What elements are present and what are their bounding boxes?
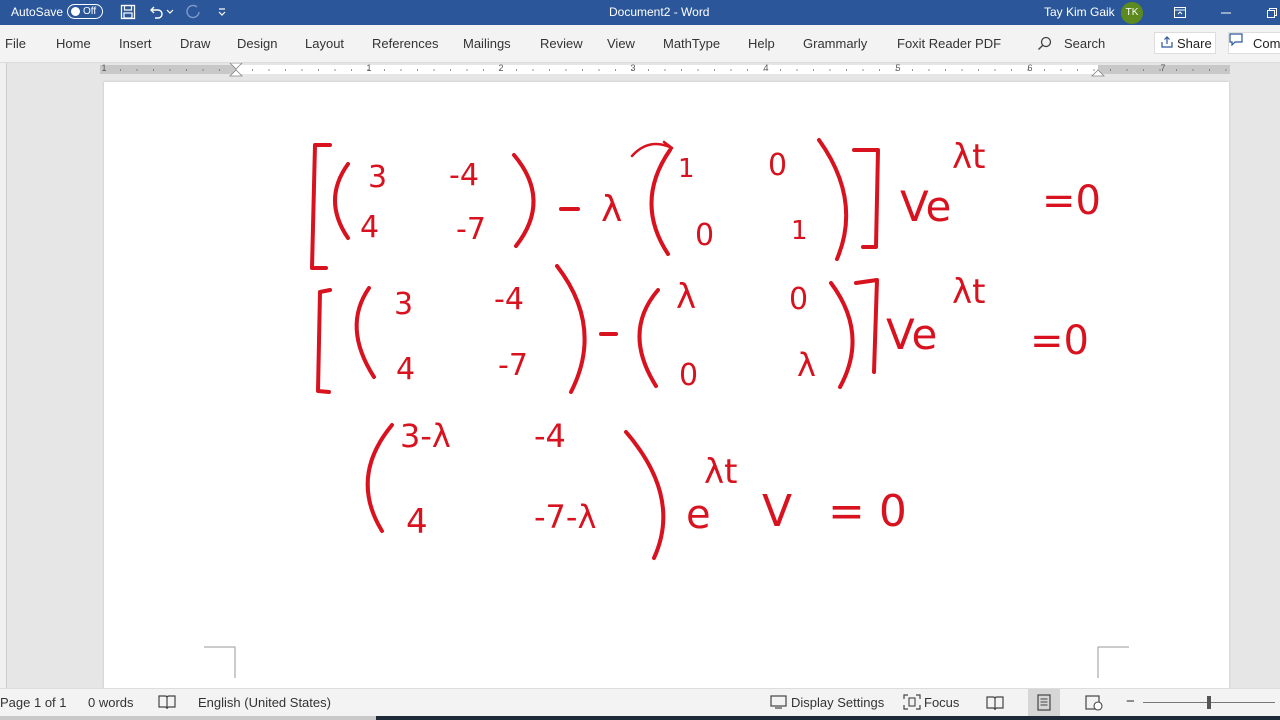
- tab-review[interactable]: Review: [540, 36, 583, 51]
- equals-zero: =0: [1030, 318, 1089, 364]
- vector-v: V: [762, 486, 793, 537]
- display-settings-icon[interactable]: [770, 694, 788, 713]
- page-count[interactable]: Page 1 of 1: [0, 695, 67, 710]
- matrix-entry: 4: [406, 502, 428, 542]
- zoom-slider[interactable]: [1143, 696, 1275, 709]
- web-layout-icon[interactable]: [1078, 689, 1110, 716]
- ribbon-tabs: File Home Insert Draw Design Layout Refe…: [0, 25, 1280, 63]
- exp-e: e: [686, 492, 711, 538]
- ruler-number: 6: [1027, 63, 1033, 73]
- comments-label: Com: [1253, 36, 1280, 51]
- redo-icon[interactable]: [184, 3, 204, 21]
- autosave-state: Off: [83, 6, 97, 17]
- matrix-a-entry: 3: [394, 287, 414, 322]
- tab-mailings[interactable]: Mailings: [463, 36, 511, 51]
- autosave-toggle[interactable]: Off: [67, 4, 103, 19]
- undo-icon[interactable]: [146, 3, 166, 21]
- matrix-entry: -4: [534, 417, 566, 455]
- matrix-a-entry: 3: [368, 160, 388, 195]
- matrix-entry: 3-λ: [400, 417, 451, 455]
- restore-icon[interactable]: [1249, 0, 1280, 25]
- vertical-ruler[interactable]: [0, 63, 7, 688]
- tab-file[interactable]: File: [5, 36, 26, 51]
- ruler-number: 2: [498, 63, 504, 73]
- autosave-label: AutoSave: [11, 5, 64, 19]
- lambda-entry: λ: [797, 346, 816, 384]
- customize-toolbar-icon[interactable]: [212, 3, 232, 21]
- exponent-lambda-t: λt: [704, 452, 738, 492]
- matrix-a-entry: -7: [456, 212, 486, 247]
- ve-term: Ve: [900, 182, 952, 231]
- user-avatar[interactable]: TK: [1121, 2, 1143, 24]
- read-mode-icon[interactable]: [979, 689, 1011, 716]
- zoom-slider-thumb[interactable]: [1207, 696, 1211, 709]
- tab-references[interactable]: References: [372, 36, 438, 51]
- ruler-number: 3: [630, 63, 636, 73]
- minimize-icon[interactable]: [1203, 0, 1249, 25]
- equals-zero: = 0: [828, 486, 907, 537]
- tab-home[interactable]: Home: [56, 36, 91, 51]
- tab-help[interactable]: Help: [748, 36, 775, 51]
- exponent-lambda-t: λt: [952, 137, 986, 177]
- comment-icon: [1229, 33, 1243, 49]
- horizontal-ruler[interactable]: 1 1 2 3 4 5 6 7: [100, 62, 1230, 77]
- toggle-knob: [71, 7, 80, 16]
- matrix-a-entry: -4: [449, 158, 479, 193]
- ve-term: Ve: [886, 310, 938, 359]
- taskbar-strip: [0, 716, 1280, 720]
- matrix-a-entry: -4: [494, 282, 524, 317]
- share-button[interactable]: Share: [1154, 32, 1216, 54]
- ruler-number: 1: [366, 63, 372, 73]
- identity-entry: 0: [695, 218, 715, 253]
- ruler-number: 1: [101, 63, 107, 73]
- document-page[interactable]: 3 -4 4 -7 λ 1 0 0 1 Ve λt =0 3 -4 4 -7 λ…: [104, 82, 1229, 688]
- share-icon: [1160, 35, 1174, 52]
- print-layout-icon[interactable]: [1028, 689, 1060, 716]
- ruler-number: 5: [895, 63, 901, 73]
- share-label: Share: [1177, 36, 1212, 51]
- identity-entry: 1: [678, 154, 695, 184]
- tab-mathtype[interactable]: MathType: [663, 36, 720, 51]
- ruler-number: 7: [1160, 63, 1166, 73]
- equals-zero: =0: [1042, 178, 1101, 224]
- zoom-out-button[interactable]: −: [1126, 693, 1135, 710]
- matrix-a-entry: 4: [360, 210, 380, 245]
- exponent-lambda-t: λt: [952, 272, 986, 312]
- identity-entry: 1: [791, 216, 808, 246]
- title-bar: AutoSave Off Document2 - Word Tay Kim Ga…: [0, 0, 1280, 25]
- tab-design[interactable]: Design: [237, 36, 277, 51]
- lambda-entry: λ: [676, 277, 697, 317]
- tab-foxit-reader-pdf[interactable]: Foxit Reader PDF: [897, 36, 1001, 51]
- search-icon[interactable]: [1037, 36, 1052, 54]
- comments-button[interactable]: Com: [1228, 32, 1280, 54]
- lambda-entry: 0: [789, 282, 809, 317]
- lambda-scalar: λ: [601, 189, 623, 230]
- user-name[interactable]: Tay Kim Gaik: [1044, 5, 1115, 19]
- tab-layout[interactable]: Layout: [305, 36, 344, 51]
- undo-dropdown-icon[interactable]: [164, 3, 176, 21]
- tab-draw[interactable]: Draw: [180, 36, 210, 51]
- word-count[interactable]: 0 words: [88, 695, 134, 710]
- ruler-number: 4: [763, 63, 769, 73]
- document-title: Document2 - Word: [609, 5, 710, 19]
- matrix-entry: -7-λ: [534, 498, 597, 536]
- focus-icon[interactable]: [903, 694, 921, 713]
- ribbon-display-options-icon[interactable]: [1157, 0, 1203, 25]
- tab-view[interactable]: View: [607, 36, 635, 51]
- save-icon[interactable]: [118, 3, 138, 21]
- display-settings-button[interactable]: Display Settings: [791, 695, 884, 710]
- language-indicator[interactable]: English (United States): [198, 695, 331, 710]
- lambda-entry: 0: [679, 358, 699, 393]
- status-bar: Page 1 of 1 0 words English (United Stat…: [0, 688, 1280, 716]
- search-box[interactable]: Search: [1064, 36, 1105, 51]
- tab-insert[interactable]: Insert: [119, 36, 152, 51]
- matrix-a-entry: 4: [396, 352, 416, 387]
- proofing-icon[interactable]: [158, 694, 176, 713]
- tab-grammarly[interactable]: Grammarly: [803, 36, 867, 51]
- focus-button[interactable]: Focus: [924, 695, 959, 710]
- identity-entry: 0: [768, 148, 788, 183]
- matrix-a-entry: -7: [498, 348, 528, 383]
